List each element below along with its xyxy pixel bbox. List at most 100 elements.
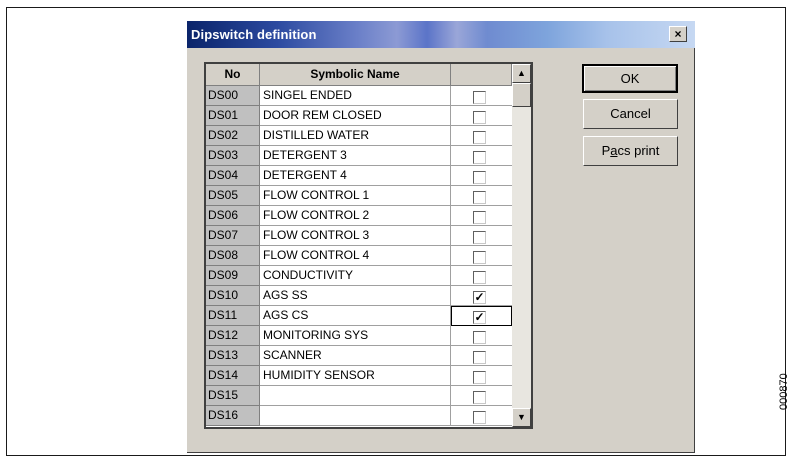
symbolic-name-cell[interactable]: DETERGENT 3	[260, 146, 451, 166]
column-header-symbolic-name[interactable]: Symbolic Name	[260, 64, 451, 86]
title-bar[interactable]: Dipswitch definition ×	[187, 21, 695, 48]
enabled-cell[interactable]: ✓	[451, 286, 512, 306]
table-row[interactable]: DS03 DETERGENT 3	[206, 146, 512, 166]
table-row[interactable]: DS02 DISTILLED WATER	[206, 126, 512, 146]
row-number-cell[interactable]: DS12	[206, 326, 260, 346]
row-number-cell[interactable]: DS09	[206, 266, 260, 286]
enabled-cell[interactable]	[451, 206, 512, 226]
enabled-checkbox[interactable]	[473, 231, 486, 244]
enabled-cell[interactable]	[451, 366, 512, 386]
enabled-checkbox[interactable]	[473, 211, 486, 224]
symbolic-name-cell[interactable]: CONDUCTIVITY	[260, 266, 451, 286]
symbolic-name-cell[interactable]: AGS SS	[260, 286, 451, 306]
cancel-button[interactable]: Cancel	[583, 99, 678, 129]
symbolic-name-cell[interactable]: FLOW CONTROL 1	[260, 186, 451, 206]
table-row[interactable]: DS01 DOOR REM CLOSED	[206, 106, 512, 126]
table-row[interactable]: DS13 SCANNER	[206, 346, 512, 366]
enabled-checkbox[interactable]: ✓	[473, 311, 486, 324]
row-number-cell[interactable]: DS15	[206, 386, 260, 406]
enabled-cell[interactable]	[451, 186, 512, 206]
symbolic-name-cell[interactable]	[260, 406, 451, 426]
enabled-checkbox[interactable]	[473, 411, 486, 424]
row-number-cell[interactable]: DS03	[206, 146, 260, 166]
enabled-cell[interactable]	[451, 326, 512, 346]
column-header-enabled[interactable]	[451, 64, 512, 86]
table-row[interactable]: DS10 AGS SS ✓	[206, 286, 512, 306]
symbolic-name-cell[interactable]: FLOW CONTROL 2	[260, 206, 451, 226]
scroll-up-button[interactable]: ▲	[512, 64, 531, 83]
table-row[interactable]: DS11 AGS CS ✓	[206, 306, 512, 326]
enabled-cell[interactable]	[451, 106, 512, 126]
row-number-cell[interactable]: DS11	[206, 306, 260, 326]
check-mark-icon: ✓	[474, 290, 485, 304]
scroll-down-icon: ▼	[517, 412, 526, 422]
symbolic-name-cell[interactable]: SCANNER	[260, 346, 451, 366]
enabled-checkbox[interactable]	[473, 351, 486, 364]
enabled-cell[interactable]	[451, 166, 512, 186]
row-number-cell[interactable]: DS00	[206, 86, 260, 106]
check-mark-icon: ✓	[474, 310, 485, 324]
enabled-cell[interactable]	[451, 386, 512, 406]
enabled-cell[interactable]	[451, 266, 512, 286]
enabled-checkbox[interactable]	[473, 91, 486, 104]
enabled-checkbox[interactable]	[473, 131, 486, 144]
table-row[interactable]: DS04 DETERGENT 4	[206, 166, 512, 186]
row-number-cell[interactable]: DS06	[206, 206, 260, 226]
table-row[interactable]: DS05 FLOW CONTROL 1	[206, 186, 512, 206]
symbolic-name-cell[interactable]: SINGEL ENDED	[260, 86, 451, 106]
symbolic-name-cell[interactable]: DETERGENT 4	[260, 166, 451, 186]
table-row[interactable]: DS09 CONDUCTIVITY	[206, 266, 512, 286]
ok-button[interactable]: OK	[582, 64, 678, 93]
scroll-down-button[interactable]: ▼	[512, 408, 531, 427]
symbolic-name-cell[interactable]: DOOR REM CLOSED	[260, 106, 451, 126]
enabled-cell[interactable]	[451, 346, 512, 366]
symbolic-name-cell[interactable]: AGS CS	[260, 306, 451, 326]
row-number-cell[interactable]: DS08	[206, 246, 260, 266]
table-row[interactable]: DS16	[206, 406, 512, 426]
table-row[interactable]: DS06 FLOW CONTROL 2	[206, 206, 512, 226]
enabled-checkbox[interactable]	[473, 171, 486, 184]
enabled-cell[interactable]	[451, 226, 512, 246]
enabled-cell[interactable]	[451, 246, 512, 266]
scroll-thumb[interactable]	[512, 83, 531, 107]
enabled-checkbox[interactable]	[473, 371, 486, 384]
enabled-checkbox[interactable]	[473, 391, 486, 404]
enabled-checkbox[interactable]	[473, 331, 486, 344]
symbolic-name-cell[interactable]: FLOW CONTROL 3	[260, 226, 451, 246]
pacs-print-button[interactable]: Pacs print	[583, 136, 678, 166]
enabled-cell[interactable]	[451, 126, 512, 146]
symbolic-name-cell[interactable]: MONITORING SYS	[260, 326, 451, 346]
row-number-cell[interactable]: DS14	[206, 366, 260, 386]
enabled-checkbox[interactable]	[473, 251, 486, 264]
column-header-no[interactable]: No	[206, 64, 260, 86]
table-row[interactable]: DS15	[206, 386, 512, 406]
enabled-checkbox[interactable]	[473, 271, 486, 284]
table-row[interactable]: DS00 SINGEL ENDED	[206, 86, 512, 106]
table-row[interactable]: DS07 FLOW CONTROL 3	[206, 226, 512, 246]
enabled-cell[interactable]	[451, 146, 512, 166]
row-number-cell[interactable]: DS07	[206, 226, 260, 246]
table-row[interactable]: DS08 FLOW CONTROL 4	[206, 246, 512, 266]
table-row[interactable]: DS14 HUMIDITY SENSOR	[206, 366, 512, 386]
table-row[interactable]: DS12 MONITORING SYS	[206, 326, 512, 346]
enabled-checkbox[interactable]: ✓	[473, 291, 486, 304]
enabled-checkbox[interactable]	[473, 151, 486, 164]
vertical-scrollbar[interactable]: ▲ ▼	[512, 64, 531, 427]
symbolic-name-cell[interactable]: HUMIDITY SENSOR	[260, 366, 451, 386]
row-number-cell[interactable]: DS13	[206, 346, 260, 366]
symbolic-name-cell[interactable]: FLOW CONTROL 4	[260, 246, 451, 266]
row-number-cell[interactable]: DS04	[206, 166, 260, 186]
symbolic-name-cell[interactable]: DISTILLED WATER	[260, 126, 451, 146]
enabled-checkbox[interactable]	[473, 191, 486, 204]
enabled-cell[interactable]	[451, 406, 512, 426]
row-number-cell[interactable]: DS01	[206, 106, 260, 126]
row-number-cell[interactable]: DS05	[206, 186, 260, 206]
row-number-cell[interactable]: DS02	[206, 126, 260, 146]
row-number-cell[interactable]: DS10	[206, 286, 260, 306]
enabled-checkbox[interactable]	[473, 111, 486, 124]
enabled-cell[interactable]: ✓	[451, 306, 512, 326]
symbolic-name-cell[interactable]	[260, 386, 451, 406]
row-number-cell[interactable]: DS16	[206, 406, 260, 426]
enabled-cell[interactable]	[451, 86, 512, 106]
close-button[interactable]: ×	[669, 26, 687, 42]
